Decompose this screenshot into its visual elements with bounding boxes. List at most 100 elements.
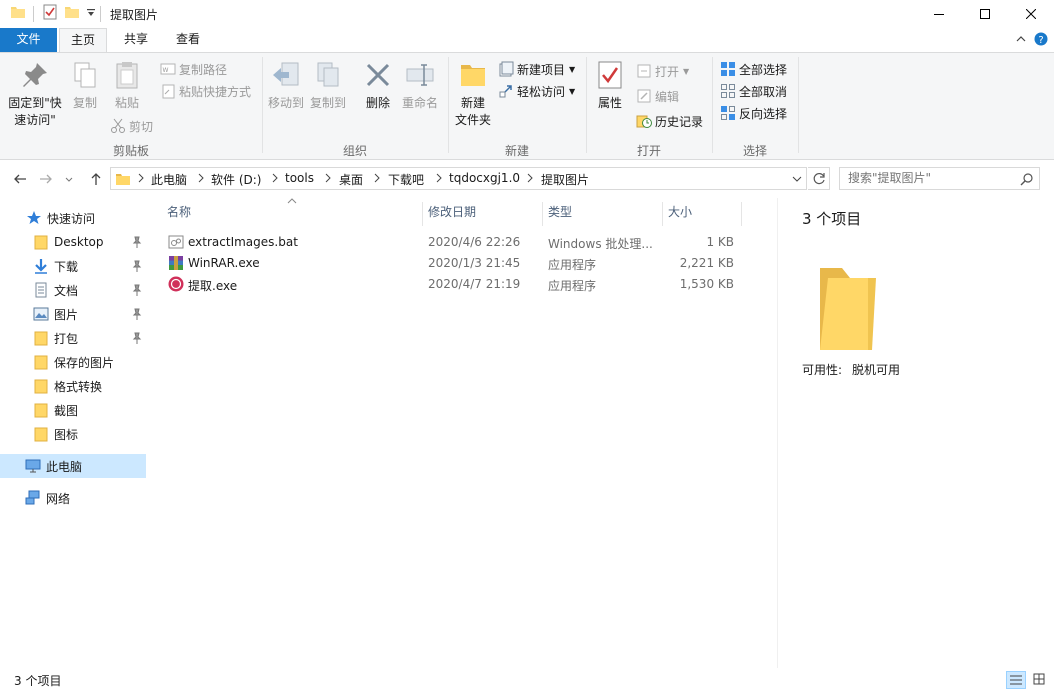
- folder-icon: [33, 378, 49, 394]
- column-header-size[interactable]: 大小: [668, 204, 738, 228]
- nav-item-documents[interactable]: 文档: [0, 278, 146, 302]
- address-bar[interactable]: 此电脑 软件 (D:) tools 桌面 下载吧 tqdocxgj1.0 提取图…: [110, 167, 807, 190]
- maximize-icon: [980, 9, 990, 19]
- pin-to-quick-access-button[interactable]: 固定到"快 速访问": [4, 59, 66, 129]
- details-pane: 3 个项目 可用性: 脱机可用: [777, 198, 1054, 668]
- nav-item-dabao[interactable]: 打包: [0, 326, 146, 350]
- nav-item-screenshots[interactable]: 截图: [0, 398, 146, 422]
- up-arrow-icon[interactable]: [88, 171, 104, 187]
- column-header-date[interactable]: 修改日期: [428, 204, 538, 228]
- column-header-type[interactable]: 类型: [548, 204, 658, 228]
- paste-shortcut-button[interactable]: 粘贴快捷方式: [160, 81, 251, 101]
- pin-icon: [132, 260, 142, 272]
- search-box[interactable]: [839, 167, 1040, 190]
- picture-icon: [33, 306, 49, 322]
- move-to-button[interactable]: 移动到: [266, 59, 306, 112]
- copy-label: 复制: [68, 95, 102, 112]
- breadcrumb-xiazaiba[interactable]: 下载吧: [388, 171, 424, 188]
- ribbon-tabs: 文件 主页 共享 查看 ?: [0, 28, 1054, 52]
- properties-button[interactable]: 属性: [594, 59, 626, 112]
- rename-button[interactable]: 重命名: [400, 59, 440, 112]
- recent-locations-chevron-icon[interactable]: [64, 171, 74, 187]
- select-none-button[interactable]: 全部取消: [720, 81, 787, 101]
- address-history-chevron-icon[interactable]: [791, 173, 803, 185]
- tab-file[interactable]: 文件: [0, 28, 57, 52]
- new-folder-button[interactable]: 新建 文件夹: [452, 59, 494, 129]
- search-icon[interactable]: [1020, 172, 1034, 186]
- new-folder-quick-icon[interactable]: [64, 4, 80, 24]
- forward-arrow-icon[interactable]: [38, 171, 54, 187]
- copy-icon: [69, 59, 101, 91]
- breadcrumb-this-pc[interactable]: 此电脑: [151, 171, 187, 188]
- network-icon: [25, 490, 41, 506]
- customize-qat-icon[interactable]: [86, 8, 96, 28]
- nav-item-downloads[interactable]: 下载: [0, 254, 146, 278]
- history-button[interactable]: 历史记录: [636, 111, 703, 131]
- copy-to-button[interactable]: 复制到: [307, 59, 349, 112]
- clipboard-icon: [111, 59, 143, 91]
- breadcrumb-desktop[interactable]: 桌面: [339, 171, 363, 188]
- file-name: extractImages.bat: [188, 235, 298, 249]
- minimize-button[interactable]: [916, 0, 962, 28]
- column-header-name[interactable]: 名称: [167, 204, 417, 228]
- properties-quick-icon[interactable]: [42, 4, 58, 24]
- pin-label-line1: 固定到"快: [4, 95, 66, 112]
- maximize-button[interactable]: [962, 0, 1008, 28]
- cut-button[interactable]: 剪切: [110, 116, 153, 136]
- copy-path-button[interactable]: W 复制路径: [160, 59, 227, 79]
- copy-button[interactable]: 复制: [68, 59, 102, 112]
- minimize-ribbon-icon[interactable]: [1016, 34, 1026, 44]
- edit-button[interactable]: 编辑: [636, 86, 679, 106]
- breadcrumb-tools[interactable]: tools: [285, 171, 314, 185]
- easy-access-button[interactable]: 轻松访问 ▼: [498, 81, 575, 101]
- help-icon[interactable]: ?: [1034, 32, 1048, 46]
- batch-file-icon: [168, 234, 184, 250]
- details-view-button[interactable]: [1006, 671, 1026, 689]
- nav-network[interactable]: 网络: [0, 486, 146, 510]
- breadcrumb-drive-d[interactable]: 软件 (D:): [211, 171, 261, 188]
- star-icon: [26, 210, 42, 226]
- history-icon: [636, 113, 652, 129]
- edit-icon: [636, 88, 652, 104]
- nav-item-icons[interactable]: 图标: [0, 422, 146, 446]
- search-input[interactable]: [848, 171, 1008, 185]
- large-icons-view-button[interactable]: [1030, 671, 1050, 689]
- close-button[interactable]: [1008, 0, 1054, 28]
- file-date: 2020/1/3 21:45: [428, 256, 520, 270]
- select-all-button[interactable]: 全部选择: [720, 59, 787, 79]
- tab-view[interactable]: 查看: [164, 28, 212, 52]
- back-arrow-icon[interactable]: [12, 171, 28, 187]
- table-row[interactable]: extractImages.bat 2020/4/6 22:26 Windows…: [164, 232, 764, 253]
- nav-item-format-convert[interactable]: 格式转换: [0, 374, 146, 398]
- pin-icon: [19, 59, 51, 91]
- file-type: 应用程序: [548, 256, 596, 273]
- crumb-separator-icon: [526, 172, 534, 184]
- breadcrumb-tqdocxgj[interactable]: tqdocxgj1.0: [449, 171, 520, 185]
- svg-text:W: W: [163, 67, 169, 74]
- nav-item-pictures[interactable]: 图片: [0, 302, 146, 326]
- open-button[interactable]: 打开 ▼: [636, 61, 689, 81]
- table-row[interactable]: WinRAR.exe 2020/1/3 21:45 应用程序 2,221 KB: [164, 253, 764, 274]
- invert-selection-button[interactable]: 反向选择: [720, 103, 787, 123]
- table-row[interactable]: 提取.exe 2020/4/7 21:19 应用程序 1,530 KB: [164, 274, 764, 295]
- nav-item-saved-pictures[interactable]: 保存的图片: [0, 350, 146, 374]
- new-folder-label-line2: 文件夹: [452, 112, 494, 129]
- winrar-icon: [168, 255, 184, 271]
- organize-group-label: 组织: [262, 142, 448, 159]
- rename-label: 重命名: [400, 95, 440, 112]
- pin-label-line2: 速访问": [4, 112, 66, 129]
- nav-quick-access[interactable]: 快速访问: [0, 206, 146, 230]
- tab-home[interactable]: 主页: [59, 28, 107, 53]
- refresh-button[interactable]: [808, 167, 830, 190]
- navigation-pane: 快速访问 Desktop 下载 文档 图片 打包 保存的图片 格式转换 截图 图: [0, 198, 150, 668]
- paste-button[interactable]: 粘贴: [110, 59, 144, 112]
- nav-item-desktop[interactable]: Desktop: [0, 230, 146, 254]
- file-date: 2020/4/7 21:19: [428, 277, 520, 291]
- delete-button[interactable]: 删除: [362, 59, 394, 112]
- status-bar: 3 个项目: [0, 668, 1054, 692]
- status-item-count: 3 个项目: [14, 672, 61, 689]
- breadcrumb-current[interactable]: 提取图片: [541, 171, 589, 188]
- nav-this-pc[interactable]: 此电脑: [0, 454, 146, 478]
- tab-share[interactable]: 共享: [112, 28, 160, 52]
- new-item-button[interactable]: 新建项目 ▼: [498, 59, 575, 79]
